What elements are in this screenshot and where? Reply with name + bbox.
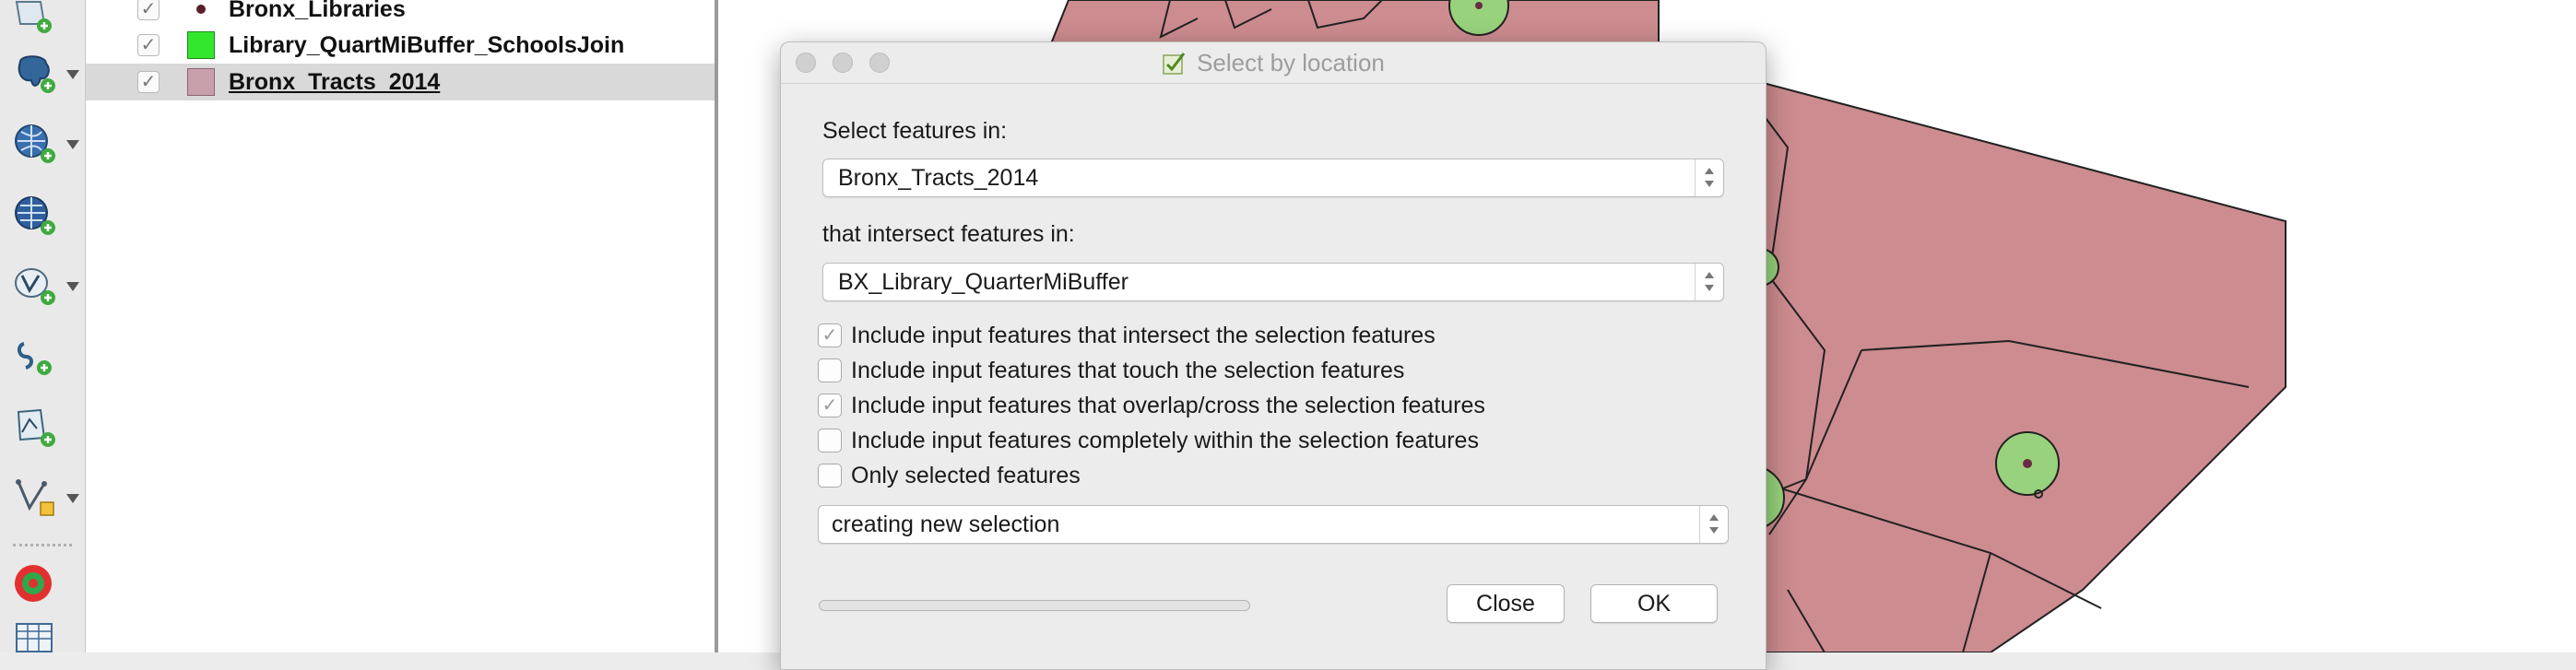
option-intersect-checkbox[interactable]: ✓: [818, 323, 842, 347]
layer-row-bronx-libraries[interactable]: ✓ Bronx_Libraries: [86, 0, 715, 28]
add-delimited-text-icon: [18, 342, 52, 375]
add-vector-layer-button[interactable]: [13, 0, 66, 41]
dialog-title-area: Select by location: [781, 42, 1766, 83]
select-features-label: Select features in:: [822, 118, 1008, 144]
option-within-label: Include input features completely within…: [851, 427, 1479, 453]
layers-panel: ✓ Bronx_Libraries ✓ Library_QuartMiBuffe…: [86, 0, 718, 652]
add-spatialite-icon: [17, 408, 55, 447]
option-within-checkbox[interactable]: [818, 429, 842, 453]
intersect-layer-value: BX_Library_QuarterMiBuffer: [838, 269, 1128, 295]
option-intersect-label: Include input features that intersect th…: [851, 322, 1436, 348]
select-by-location-dialog: Select by location Select features in: B…: [780, 41, 1767, 670]
add-virtual-layer-icon: [15, 268, 55, 305]
add-wms-layer-icon: [15, 124, 55, 163]
add-wms-layer-button[interactable]: [13, 120, 79, 168]
add-postgis-layer-button[interactable]: [13, 50, 79, 98]
select-layer-combobox[interactable]: Bronx_Tracts_2014: [822, 159, 1724, 197]
option-only-selected-label: Only selected features: [851, 462, 1081, 488]
fill-symbol-icon: [187, 68, 215, 96]
toolbar-separator: [13, 544, 72, 547]
layer-name: Bronx_Tracts_2014: [229, 68, 441, 95]
ok-button[interactable]: OK: [1590, 584, 1718, 623]
layer-name: Bronx_Libraries: [229, 0, 406, 22]
option-overlap-label: Include input features that overlap/cros…: [851, 392, 1485, 418]
layer-visibility-checkbox[interactable]: ✓: [137, 71, 160, 93]
add-vector-layer-icon: [15, 1, 52, 33]
close-button[interactable]: Close: [1447, 584, 1565, 623]
intersect-features-label: that intersect features in:: [822, 221, 1075, 247]
progress-bar: [819, 600, 1250, 611]
dropdown-arrow-icon: [66, 140, 79, 149]
layer-name: Library_QuartMiBuffer_SchoolsJoin: [229, 31, 625, 58]
layer-row-library-buffer[interactable]: ✓ Library_QuartMiBuffer_SchoolsJoin: [86, 27, 715, 64]
add-wfs-layer-icon: [15, 196, 55, 235]
selection-mode-combobox[interactable]: creating new selection: [818, 505, 1729, 544]
select-layer-value: Bronx_Tracts_2014: [838, 165, 1039, 191]
option-only-selected[interactable]: Only selected features: [818, 461, 1081, 490]
dropdown-arrow-icon: [66, 70, 79, 79]
option-overlap[interactable]: ✓ Include input features that overlap/cr…: [818, 391, 1485, 420]
option-touch-checkbox[interactable]: [818, 359, 842, 382]
option-touch-label: Include input features that touch the se…: [851, 357, 1405, 383]
add-postgis-layer-icon: [18, 55, 55, 93]
dialog-title: Select by location: [1197, 48, 1385, 76]
heatmap-plugin-button[interactable]: [13, 560, 66, 608]
option-overlap-checkbox[interactable]: ✓: [818, 394, 842, 417]
option-within[interactable]: Include input features completely within…: [818, 426, 1479, 455]
fill-symbol-icon: [187, 31, 215, 59]
attribute-table-button[interactable]: [13, 617, 66, 665]
add-spatialite-layer-button[interactable]: [13, 404, 66, 452]
add-vertex-layer-button[interactable]: [13, 474, 79, 522]
option-only-selected-checkbox[interactable]: [818, 464, 842, 488]
layer-visibility-checkbox[interactable]: ✓: [137, 0, 160, 20]
point-symbol-icon: [196, 5, 206, 14]
combo-stepper-icon: [1699, 506, 1728, 543]
combo-stepper-icon: [1695, 264, 1723, 300]
add-virtual-layer-button[interactable]: [13, 262, 79, 310]
selection-mode-value: creating new selection: [832, 511, 1060, 537]
intersect-layer-combobox[interactable]: BX_Library_QuarterMiBuffer: [822, 263, 1724, 301]
option-intersect[interactable]: ✓ Include input features that intersect …: [818, 321, 1436, 350]
dropdown-arrow-icon: [66, 494, 79, 503]
add-wfs-layer-button[interactable]: [13, 192, 66, 240]
select-by-location-icon: [1163, 53, 1186, 75]
option-touch[interactable]: Include input features that touch the se…: [818, 356, 1404, 385]
dialog-titlebar[interactable]: Select by location: [781, 42, 1766, 84]
combo-stepper-icon: [1695, 159, 1723, 196]
layer-row-bronx-tracts[interactable]: ✓ Bronx_Tracts_2014: [86, 64, 715, 100]
heatmap-plugin-icon: [15, 565, 52, 602]
data-source-toolbar: [0, 0, 86, 652]
add-delimited-text-button[interactable]: [13, 334, 66, 382]
table-icon: [16, 623, 53, 652]
add-vertex-layer-icon: [16, 479, 54, 516]
dropdown-arrow-icon: [66, 282, 79, 291]
layer-visibility-checkbox[interactable]: ✓: [137, 34, 160, 56]
